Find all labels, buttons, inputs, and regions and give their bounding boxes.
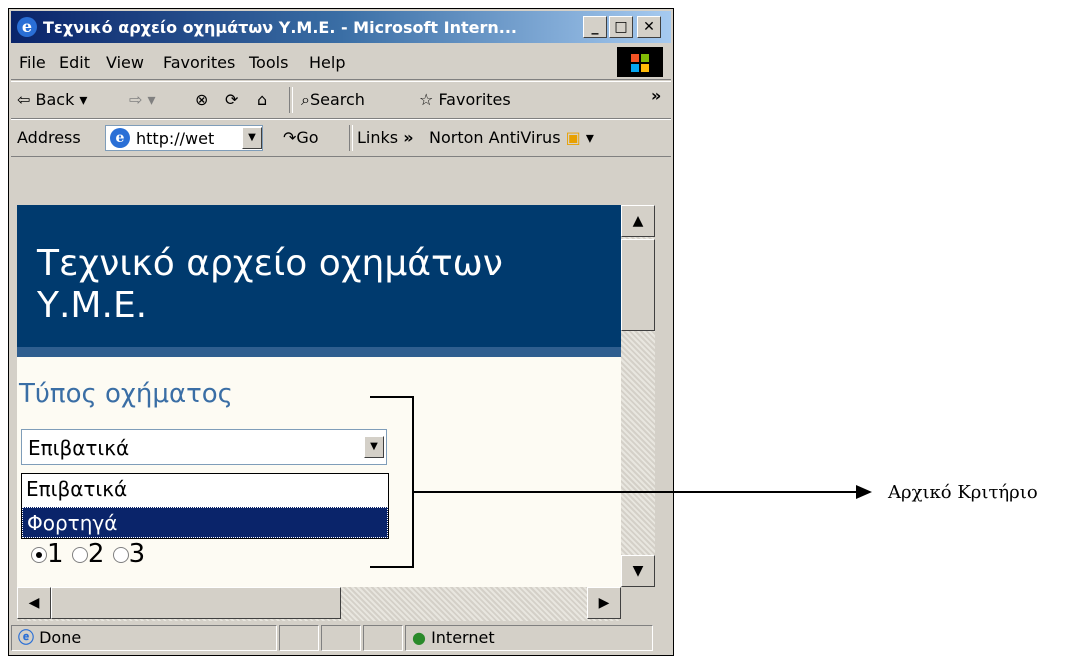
- status-cell: [321, 625, 361, 651]
- address-url: http://wet: [136, 129, 215, 148]
- forward-button[interactable]: ⇨ ▾: [129, 90, 156, 109]
- close-button[interactable]: ✕: [637, 16, 661, 38]
- callout-label: Αρχικό Κριτήριο: [888, 482, 1038, 503]
- page-title: Τεχνικό αρχείο οχημάτων Υ.Μ.Ε.: [37, 243, 503, 326]
- window-title: Τεχνικό αρχείο οχημάτων Υ.Μ.Ε. - Microso…: [43, 18, 518, 37]
- callout-bracket: [370, 396, 414, 568]
- go-label: Go: [296, 128, 319, 147]
- menu-help[interactable]: Help: [309, 53, 345, 72]
- page-done-icon: ⓔ: [18, 628, 35, 647]
- links-button[interactable]: Links »: [357, 128, 414, 147]
- back-button[interactable]: ⇦ Back ▾: [17, 90, 87, 109]
- status-bar: ⓔ Done ● Internet: [11, 623, 671, 653]
- option-epivatika[interactable]: Επιβατικά: [22, 474, 388, 505]
- home-icon[interactable]: ⌂: [257, 90, 267, 109]
- standard-toolbar: ⇦ Back ▾ ⇨ ▾ ⊗ ⟳ ⌂ ⌕Search ☆ Favorites »: [11, 81, 671, 119]
- search-button[interactable]: ⌕Search: [301, 90, 365, 110]
- menu-edit[interactable]: Edit: [59, 53, 90, 72]
- selected-value: Επιβατικά: [28, 436, 130, 460]
- menu-tools[interactable]: Tools: [249, 53, 288, 72]
- ie-page-icon: e: [110, 128, 130, 148]
- radio-3-label: 3: [128, 539, 146, 569]
- radio-group: 1 2 3: [31, 539, 145, 569]
- ie-logo-icon: e: [17, 17, 37, 37]
- scroll-right-button[interactable]: ▶: [587, 587, 621, 619]
- horizontal-scrollbar[interactable]: ◀ ▶: [17, 587, 621, 621]
- callout-arrow-line: [414, 491, 862, 493]
- vertical-scrollbar[interactable]: ▲ ▼: [621, 205, 655, 587]
- back-label: Back: [35, 90, 75, 109]
- toolbar-more-button[interactable]: »: [651, 86, 661, 105]
- option-fortiga[interactable]: Φορτηγά: [22, 507, 388, 538]
- status-cell: [363, 625, 403, 651]
- favorites-label: Favorites: [438, 90, 511, 109]
- vehicle-type-label: Τύπος οχήματος: [19, 379, 233, 409]
- scroll-up-button[interactable]: ▲: [621, 205, 655, 237]
- scroll-down-button[interactable]: ▼: [621, 555, 655, 587]
- go-button[interactable]: ↷Go: [283, 128, 319, 147]
- vertical-scroll-thumb[interactable]: [621, 239, 655, 331]
- page-banner: Τεχνικό αρχείο οχημάτων Υ.Μ.Ε.: [17, 205, 621, 357]
- status-text-cell: ⓔ Done: [11, 625, 277, 651]
- title-bar[interactable]: e Τεχνικό αρχείο οχημάτων Υ.Μ.Ε. - Micro…: [11, 11, 671, 43]
- status-text: Done: [39, 628, 82, 647]
- norton-antivirus-button[interactable]: Norton AntiVirus ▣ ▾: [429, 128, 594, 147]
- menu-file[interactable]: File: [19, 53, 46, 72]
- scroll-left-button[interactable]: ◀: [17, 587, 51, 619]
- search-label: Search: [309, 90, 365, 109]
- address-input[interactable]: e http://wet ▼: [105, 125, 263, 151]
- vehicle-type-options: Επιβατικά Φορτηγά: [21, 473, 389, 539]
- browser-window: e Τεχνικό αρχείο οχημάτων Υ.Μ.Ε. - Micro…: [8, 8, 674, 656]
- address-toolbar: Address e http://wet ▼ ↷Go Links » Norto…: [11, 119, 671, 157]
- horizontal-scroll-thumb[interactable]: [51, 587, 341, 619]
- radio-2-label: 2: [87, 539, 105, 569]
- address-dropdown-button[interactable]: ▼: [242, 127, 262, 149]
- radio-1-label: 1: [47, 539, 64, 569]
- internet-zone-icon: ●: [412, 628, 426, 647]
- status-cell: [279, 625, 319, 651]
- menu-view[interactable]: View: [106, 53, 144, 72]
- stop-icon[interactable]: ⊗: [195, 90, 208, 109]
- refresh-icon[interactable]: ⟳: [225, 90, 238, 109]
- links-label: Links: [357, 128, 399, 147]
- zone-text: Internet: [431, 628, 495, 647]
- radio-2[interactable]: [71, 546, 88, 563]
- zone-cell: ● Internet: [405, 625, 653, 651]
- menu-favorites[interactable]: Favorites: [163, 53, 235, 72]
- norton-label: Norton AntiVirus: [429, 128, 561, 147]
- minimize-button[interactable]: _: [583, 16, 607, 38]
- radio-1[interactable]: [31, 546, 47, 563]
- radio-3[interactable]: [112, 546, 129, 563]
- vehicle-type-select[interactable]: Επιβατικά ▼: [21, 429, 387, 465]
- maximize-button[interactable]: □: [609, 16, 633, 38]
- links-more-icon: »: [403, 128, 414, 147]
- norton-icon: ▣: [565, 128, 581, 147]
- address-label: Address: [17, 128, 81, 147]
- menu-bar: File Edit View Favorites Tools Help: [11, 45, 671, 80]
- page-content: Τεχνικό αρχείο οχημάτων Υ.Μ.Ε. Τύπος οχή…: [17, 205, 621, 587]
- toolbar-separator: [349, 125, 353, 151]
- scrollbar-corner: [621, 587, 655, 621]
- windows-logo-icon: [617, 47, 663, 77]
- toolbar-separator: [289, 87, 293, 113]
- callout-arrow-head-icon: [856, 485, 872, 499]
- favorites-button[interactable]: ☆ Favorites: [419, 90, 511, 109]
